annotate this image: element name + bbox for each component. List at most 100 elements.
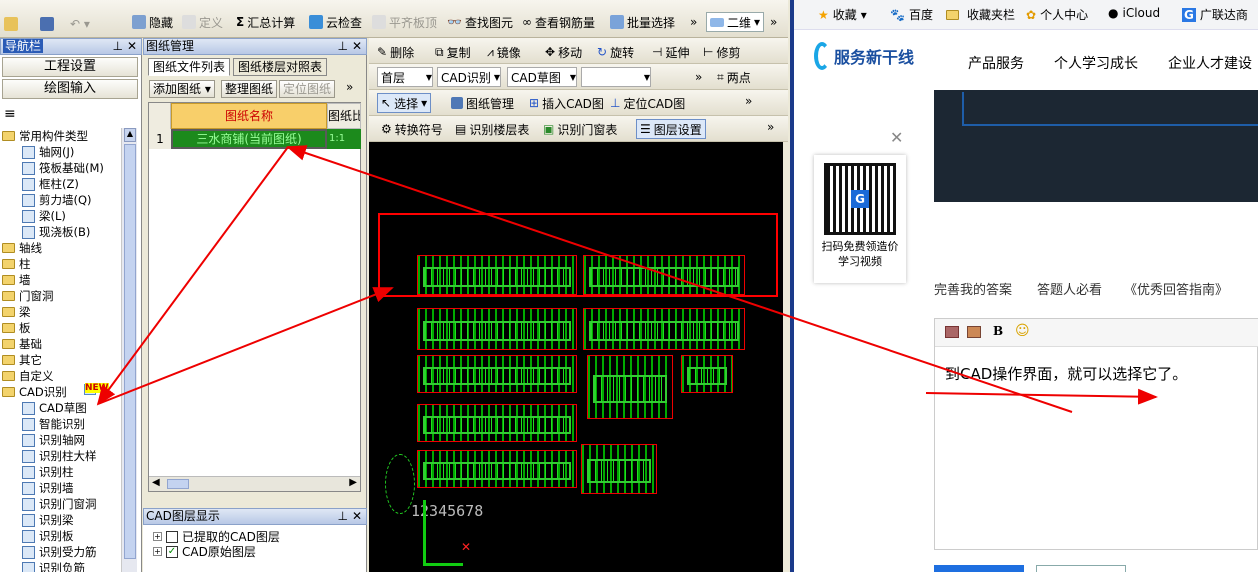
sum-calc-button[interactable]: Σ 汇总计算 xyxy=(236,12,295,32)
scroll-left-icon[interactable]: ◀ xyxy=(152,477,160,488)
tree-item[interactable]: 剪力墙(Q) xyxy=(0,192,120,208)
detail-drawing-2[interactable] xyxy=(681,355,733,393)
add-drawing-button[interactable]: 添加图纸 ▾ xyxy=(149,80,215,98)
bold-icon[interactable]: B xyxy=(993,324,1003,338)
delete-button[interactable]: ✎ 删除 xyxy=(377,42,414,62)
tree-item[interactable]: 基础 xyxy=(0,336,120,352)
close-icon[interactable]: ✕ xyxy=(352,509,362,524)
detail-drawing-1[interactable] xyxy=(587,355,673,419)
cloud-check-button[interactable]: 云检查 xyxy=(309,12,362,32)
cad-canvas[interactable]: 12345678 ✕ xyxy=(369,142,783,572)
floor-select[interactable]: 首层 ▼ xyxy=(377,67,433,87)
tree-item[interactable]: 识别墙 xyxy=(0,480,120,496)
tree-item[interactable]: 识别板 xyxy=(0,528,120,544)
bookmark-baidu[interactable]: 🐾 百度 xyxy=(890,6,933,23)
locate-cad-button[interactable]: ⊥ 定位CAD图 xyxy=(610,93,685,113)
component-select[interactable]: ▼ xyxy=(581,67,651,87)
table-scroll-thumb[interactable] xyxy=(167,479,189,489)
detail-drawing-3[interactable] xyxy=(581,444,657,494)
tree-item[interactable]: 识别梁 xyxy=(0,512,120,528)
drawing-row-current[interactable]: 三水商铺(当前图纸) xyxy=(171,129,327,149)
link-answer-guide[interactable]: 《优秀回答指南》 xyxy=(1124,279,1228,298)
nav-enterprise-talent[interactable]: 企业人才建设 xyxy=(1168,53,1252,73)
checkbox[interactable] xyxy=(166,530,178,543)
insert-cad-button[interactable]: ⊞ 插入CAD图 xyxy=(529,93,604,113)
cad-sketch-select[interactable]: CAD草图 ▼ xyxy=(507,67,577,87)
tree-item[interactable]: 识别负筋 xyxy=(0,560,120,572)
pin-icon[interactable]: ⊥ xyxy=(338,39,348,54)
move-button[interactable]: ✥ 移动 xyxy=(545,42,582,62)
tree-item[interactable]: 自定义 xyxy=(0,368,120,384)
scroll-up-icon[interactable]: ▲ xyxy=(124,128,136,142)
submit-button[interactable] xyxy=(934,565,1024,572)
image-icon[interactable] xyxy=(945,326,959,338)
project-settings-button[interactable]: 工程设置 xyxy=(2,57,138,77)
tree-item[interactable]: 轴线 xyxy=(0,240,120,256)
floor-plan-4[interactable] xyxy=(583,308,745,350)
video-player[interactable] xyxy=(934,90,1258,202)
drawing-manager-button[interactable]: 图纸管理 xyxy=(451,93,514,113)
tree-item[interactable]: 其它 xyxy=(0,352,120,368)
expand-icon[interactable]: + xyxy=(153,532,162,541)
tree-item[interactable]: 梁 xyxy=(0,304,120,320)
floor-plan-3[interactable] xyxy=(417,308,577,350)
floor-plan-7[interactable] xyxy=(417,450,577,488)
bookmark-glodon[interactable]: G 广联达商 xyxy=(1182,6,1248,23)
mirror-button[interactable]: ⩘ 镜像 xyxy=(487,42,521,62)
tree-item[interactable]: 门窗洞 xyxy=(0,288,120,304)
tab-drawing-list[interactable]: 图纸文件列表 xyxy=(148,58,231,76)
convert-symbol-button[interactable]: ⚙ 转换符号 xyxy=(381,119,443,139)
close-icon[interactable]: ✕ xyxy=(352,39,362,54)
layer-item-original[interactable]: + ✓ CAD原始图层 xyxy=(153,543,256,560)
bookmark-folder[interactable]: 收藏夹栏 xyxy=(946,6,1015,23)
tree-item[interactable]: 识别柱大样 xyxy=(0,448,120,464)
more-icon[interactable]: » xyxy=(745,91,752,111)
view-mode-select[interactable]: 二维 ▾ xyxy=(706,12,765,32)
column-header-scale[interactable]: 图纸比 xyxy=(327,103,361,129)
table-hscrollbar[interactable]: ◀ ▶ xyxy=(149,476,360,491)
locate-drawing-button[interactable]: 定位图纸 xyxy=(279,80,336,98)
tree-item[interactable]: 识别门窗洞 xyxy=(0,496,120,512)
tree-item[interactable]: 识别柱 xyxy=(0,464,120,480)
two-point-button[interactable]: ⌗ 两点 xyxy=(717,67,751,87)
tree-item[interactable]: 现浇板(B) xyxy=(0,224,120,240)
emoji-icon[interactable]: ☺ xyxy=(1015,323,1030,339)
tree-item[interactable]: 轴网(J) xyxy=(0,144,120,160)
bookmark-icloud[interactable]: ● iCloud xyxy=(1108,6,1160,20)
view-rebar-button[interactable]: ∞ 查看钢筋量 xyxy=(522,12,595,32)
undo-icon[interactable]: ↶ ▾ xyxy=(70,14,90,34)
bookmark-favorites[interactable]: ★ 收藏 ▾ xyxy=(818,6,867,23)
layer-settings-button[interactable]: ☰ 图层设置 xyxy=(636,119,706,139)
tree-item[interactable]: 识别轴网 xyxy=(0,432,120,448)
floor-plan-2[interactable] xyxy=(583,255,745,295)
toolbar-more-2[interactable]: » xyxy=(770,12,777,32)
tree-item[interactable]: 筏板基础(M) xyxy=(0,160,120,176)
floor-plan-5[interactable] xyxy=(417,355,577,393)
trim-button[interactable]: ⊢ 修剪 xyxy=(703,42,740,62)
save-icon[interactable] xyxy=(40,14,54,34)
floor-plan-1[interactable] xyxy=(417,255,577,295)
drawing-input-button[interactable]: 绘图输入 xyxy=(2,79,138,99)
scroll-right-icon[interactable]: ▶ xyxy=(349,477,357,488)
copy-button[interactable]: ⧉ 复制 xyxy=(435,42,471,62)
tab-floor-map[interactable]: 图纸楼层对照表 xyxy=(233,58,328,76)
more-icon[interactable]: » xyxy=(695,67,702,87)
find-element-button[interactable]: 👓 查找图元 xyxy=(447,12,513,32)
select-button[interactable]: ↖ 选择 ▾ xyxy=(377,93,432,113)
tree-item[interactable]: 柱 xyxy=(0,256,120,272)
extend-button[interactable]: ⊣ 延伸 xyxy=(652,42,689,62)
link-improve-answer[interactable]: 完善我的答案 xyxy=(934,279,1012,298)
toolbar-more[interactable]: » xyxy=(690,12,697,32)
tree-item[interactable]: 智能识别 xyxy=(0,416,120,432)
checkbox-checked[interactable]: ✓ xyxy=(166,545,178,558)
link-answerer-notice[interactable]: 答题人必看 xyxy=(1037,279,1102,298)
answer-editor[interactable]: B ☺ 到CAD操作界面，就可以选择它了。 xyxy=(934,318,1258,550)
batch-select-button[interactable]: 批量选择 xyxy=(610,12,675,32)
close-icon[interactable]: ✕ xyxy=(890,128,903,147)
more-icon[interactable]: » xyxy=(346,80,353,94)
rotate-button[interactable]: ↻ 旋转 xyxy=(597,42,634,62)
expand-icon[interactable]: + xyxy=(153,547,162,556)
nav-product-service[interactable]: 产品服务 xyxy=(968,53,1024,73)
open-icon[interactable] xyxy=(4,14,18,34)
tree-item[interactable]: 框柱(Z) xyxy=(0,176,120,192)
